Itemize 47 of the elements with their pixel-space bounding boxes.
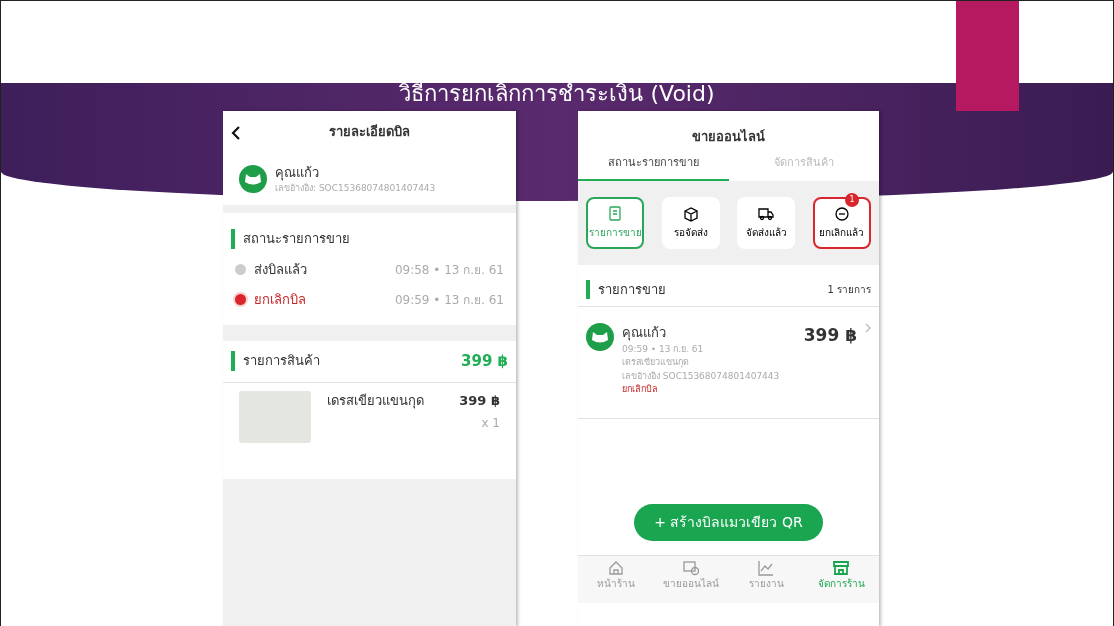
section-title: รายการขาย: [586, 279, 666, 300]
status-filter-button[interactable]: จัดส่งแล้ว: [737, 197, 796, 249]
status-label: ส่งบิลแล้ว: [254, 260, 308, 279]
nav-tab[interactable]: รายงาน: [728, 556, 804, 603]
product-quantity: x 1: [480, 415, 500, 432]
status-filter-button[interactable]: รอจัดส่ง: [661, 197, 720, 249]
screen-title: ขายออนไลน์: [691, 128, 766, 146]
customer-name: คุณแก้ว: [275, 163, 320, 182]
receipt-icon: [607, 206, 623, 222]
status-time: 09:58 • 13 ก.ย. 61: [394, 261, 504, 279]
product-photo-placeholder: [239, 390, 311, 443]
create-bill-button[interactable]: + สร้างบิลแมวเขียว QR: [634, 504, 823, 541]
product-name: เดรสเขียวแขนกุด: [622, 356, 690, 370]
cat-avatar-icon: [239, 165, 267, 193]
status-time: 09:59 • 13 ก.ย. 61: [394, 291, 504, 309]
reference-number: เลขอ้างอิง SOC15368074801407443: [622, 369, 781, 383]
nav-tab[interactable]: จัดการร้าน: [803, 556, 879, 603]
store-icon: [833, 560, 850, 576]
order-status: ยกเลิกบิล: [622, 383, 659, 396]
home-icon: [607, 560, 624, 576]
order-amount: 399 ฿: [803, 324, 857, 347]
chevron-right-icon: [865, 323, 871, 333]
box-icon: [682, 206, 699, 222]
minus-circle-icon: [833, 206, 850, 222]
slide-title: วิธีการยกเลิกการชำระเงิน (Void): [399, 81, 715, 107]
status-filter-button[interactable]: รายการขาย: [586, 197, 644, 249]
order-time: 09:59 • 13 ก.ย. 61: [622, 342, 705, 356]
customer-name: คุณแก้ว: [622, 324, 667, 343]
nav-tab[interactable]: หน้าร้าน: [578, 556, 654, 603]
cat-avatar-icon: [586, 323, 614, 351]
back-icon: [231, 124, 241, 141]
product-price: 399 ฿: [459, 391, 500, 410]
product-name: เดรสเขียวแขนกุด: [327, 391, 425, 411]
order-row[interactable]: คุณแก้ว 09:59 • 13 ก.ย. 61 เดรสเขียวแขนกุด เลขอ้างอิง SOC15368074801407443 ยกเลิกบิล 399 ฿: [578, 307, 879, 419]
status-label: ยกเลิกบิล: [254, 290, 307, 309]
count-badge: 1: [844, 193, 859, 207]
nav-tab[interactable]: ขายออนไลน์: [653, 556, 729, 603]
chat-icon: [682, 560, 699, 576]
screen-title: รายละเอียดบิล: [328, 123, 411, 142]
section-title: รายการสินค้า: [231, 351, 320, 371]
truck-icon: [758, 206, 775, 222]
section-title: สถานะรายการขาย: [231, 229, 508, 249]
line-chart-icon: [758, 560, 775, 576]
total-amount: 399 ฿: [461, 350, 508, 372]
reference-number: เลขอ้างอิง: SOC15368074801407443: [275, 182, 436, 195]
tab[interactable]: จัดการสินค้า: [728, 146, 879, 181]
order-count: 1 รายการ: [827, 283, 871, 297]
